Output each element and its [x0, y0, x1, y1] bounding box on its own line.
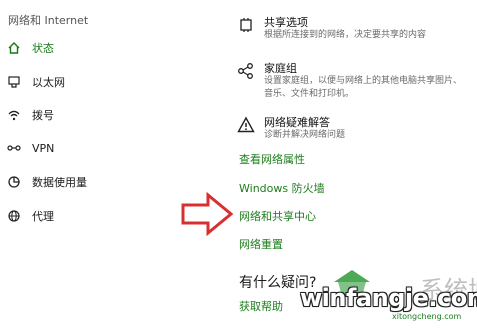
watermark-main-text: winfangje.com	[300, 284, 477, 312]
warning-icon	[237, 116, 255, 134]
home-icon	[6, 40, 22, 56]
setting-title: 共享选项	[264, 16, 308, 29]
setting-sharing-options[interactable]: 共享选项 根据所连接到的网络，决定要共享的内容	[237, 14, 467, 44]
windows-firewall-link[interactable]: Windows 防火墙	[239, 180, 325, 196]
sidebar-item-proxy[interactable]: 代理	[6, 206, 186, 226]
setting-description: 根据所连接到的网络，决定要共享的内容	[264, 30, 427, 40]
sidebar-item-label: 拨号	[32, 109, 54, 122]
globe-icon	[6, 208, 22, 224]
sidebar-item-ethernet[interactable]: 以太网	[6, 72, 186, 92]
share-options-icon	[237, 16, 255, 34]
watermark-sub-text: xitongcheng.com	[392, 312, 462, 321]
homegroup-icon	[237, 62, 255, 80]
dialup-icon	[6, 107, 22, 123]
setting-title: 家庭组	[264, 62, 297, 75]
red-arrow-annotation	[181, 192, 234, 236]
sidebar-item-data-usage[interactable]: 数据使用量	[6, 172, 186, 192]
sidebar-item-status[interactable]: 状态	[6, 38, 186, 58]
sidebar-item-label: 以太网	[32, 76, 65, 89]
setting-homegroup[interactable]: 家庭组 设置家庭组，以便与网络上的其他电脑共享图片、音乐、文件和打印机。	[237, 60, 467, 104]
sidebar-title: 网络和 Internet	[8, 14, 89, 27]
data-usage-icon	[6, 174, 22, 190]
setting-troubleshooter[interactable]: 网络疑难解答 诊断并解决网络问题	[237, 114, 467, 144]
sidebar-item-label: VPN	[32, 141, 55, 155]
setting-description: 诊断并解决网络问题	[264, 130, 346, 140]
vpn-icon	[6, 140, 22, 156]
network-reset-link[interactable]: 网络重置	[239, 236, 283, 252]
sidebar-item-vpn[interactable]: VPN	[6, 138, 186, 158]
sidebar-item-dialup[interactable]: 拨号	[6, 105, 186, 125]
sidebar: 网络和 Internet 状态 以太网 拨号 VPN 数据使用量 代理	[0, 0, 200, 328]
setting-title: 网络疑难解答	[264, 116, 330, 129]
view-network-properties-link[interactable]: 查看网络属性	[239, 151, 305, 167]
sidebar-item-label: 代理	[32, 210, 54, 223]
ethernet-icon	[6, 74, 22, 90]
network-sharing-center-link[interactable]: 网络和共享中心	[239, 208, 316, 224]
setting-description: 设置家庭组，以便与网络上的其他电脑共享图片、音乐、文件和打印机。	[264, 76, 463, 99]
get-help-link[interactable]: 获取帮助	[239, 298, 283, 314]
sidebar-item-label: 数据使用量	[32, 176, 87, 189]
sidebar-item-label: 状态	[32, 42, 54, 55]
